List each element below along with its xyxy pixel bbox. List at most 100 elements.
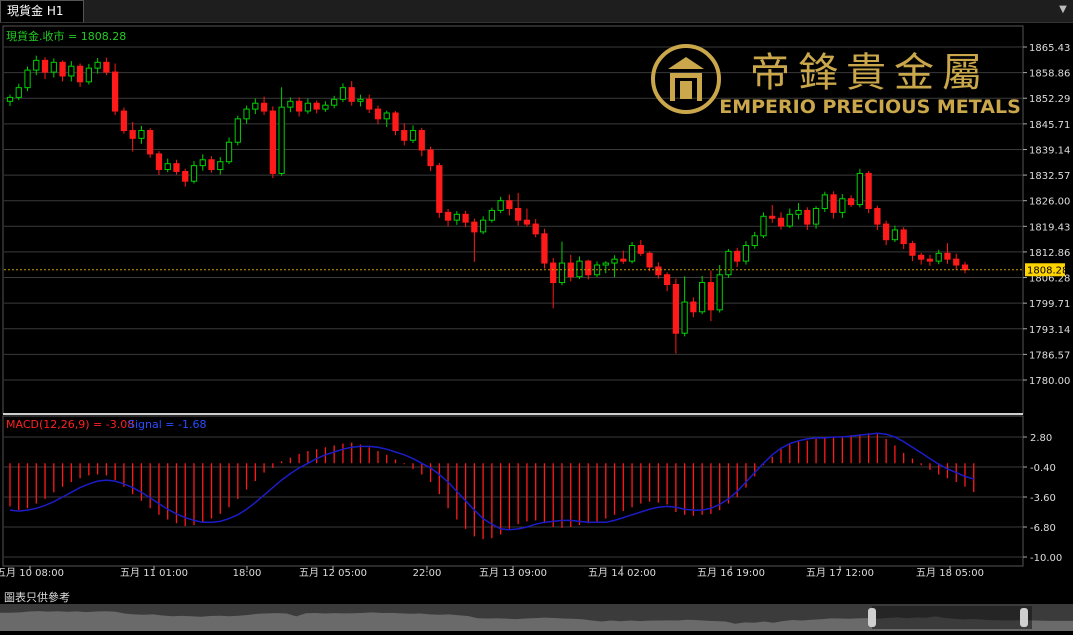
candle-body	[59, 61, 66, 77]
price-tick-label: 1845.71	[1029, 120, 1070, 131]
candle-body	[646, 252, 653, 268]
price-tick-label: 1839.14	[1029, 145, 1070, 156]
candle-body	[331, 98, 338, 106]
time-tick-label: 18:00	[233, 568, 262, 579]
candle-body	[690, 301, 697, 313]
time-tick-label: 五月 10 08:00	[0, 567, 64, 579]
candle-body	[348, 87, 355, 102]
candle-body	[576, 260, 583, 278]
candle-body	[357, 98, 364, 102]
macd-tick-label: -6.80	[1030, 523, 1056, 534]
candle-body	[777, 217, 785, 227]
price-tick-label: 1865.43	[1029, 43, 1070, 54]
time-tick-label: 五月 14 02:00	[588, 567, 656, 579]
candle-body	[742, 245, 750, 262]
price-tick-label: 1799.71	[1029, 299, 1070, 310]
candle-body	[734, 250, 741, 262]
candle-body	[234, 118, 241, 143]
candle-body	[620, 258, 627, 262]
candle-body	[628, 245, 636, 262]
candle-body	[847, 198, 855, 206]
navigator-svg[interactable]	[0, 604, 1073, 631]
candle-body	[208, 159, 215, 171]
candle-body	[716, 274, 723, 311]
candle-body	[112, 71, 119, 112]
candle-body	[944, 252, 951, 260]
candle-body	[155, 153, 163, 171]
candle-body	[471, 221, 478, 233]
candle-body	[129, 130, 136, 139]
candle-body	[918, 254, 925, 260]
candle-body	[462, 213, 469, 223]
candle-body	[707, 282, 715, 311]
candle-body	[541, 233, 548, 264]
candle-body	[804, 209, 811, 225]
candle-body	[287, 100, 294, 108]
current-price-tag: 1808.28	[1027, 265, 1068, 276]
time-tick-label: 五月 16 19:00	[697, 567, 765, 579]
candle-body	[164, 163, 171, 171]
candle-body	[252, 102, 259, 110]
logo-chinese: 帝鋒貴金屬	[750, 50, 990, 96]
tab-bar: 現貨金 H1 ▼	[0, 0, 1073, 23]
candle-body	[374, 108, 382, 120]
candle-body	[550, 262, 557, 284]
price-tick-label: 1832.57	[1029, 171, 1070, 182]
time-tick-label: 五月 17 12:00	[806, 567, 874, 579]
candle-body	[795, 209, 802, 215]
macd-tick-label: 2.80	[1030, 433, 1052, 444]
price-tick-label: 1786.57	[1029, 350, 1070, 361]
candle-body	[883, 223, 890, 241]
chart-area[interactable]: 1865.43 1858.86 1852.29 1845.71 1839.14 1832.…	[0, 23, 1073, 608]
candle-body	[147, 130, 154, 155]
candle-body	[681, 301, 688, 334]
candle-body	[751, 235, 758, 247]
candle-body	[909, 243, 916, 256]
signal-label: Signal = -1.68	[128, 418, 206, 431]
candle-body	[821, 194, 828, 209]
price-tick-label: 1858.86	[1029, 69, 1070, 80]
candle-body	[260, 102, 268, 112]
price-tick-label: 1780.00	[1029, 376, 1070, 387]
candle-body	[217, 161, 224, 171]
chevron-down-icon[interactable]: ▼	[1057, 4, 1069, 16]
chart-svg[interactable]: 1865.43 1858.86 1852.29 1845.71 1839.14 1832.…	[0, 23, 1073, 608]
time-tick-label: 五月 12 05:00	[299, 567, 367, 579]
candle-body	[436, 165, 443, 213]
candle-body	[786, 213, 793, 227]
candle-body	[558, 262, 566, 284]
candle-body	[103, 61, 110, 73]
candle-body	[322, 104, 329, 110]
candle-body	[243, 108, 250, 120]
navigator-window[interactable]	[872, 606, 1032, 629]
candle-body	[366, 98, 373, 110]
time-tick-label: 22:00	[413, 568, 442, 579]
candle-body	[427, 149, 434, 167]
candle-body	[444, 211, 452, 221]
candle-body	[506, 200, 513, 209]
candle-body	[304, 102, 312, 112]
navigator-left-handle[interactable]	[868, 608, 876, 627]
candle-body	[479, 219, 487, 233]
candle-body	[409, 130, 417, 141]
candle-body	[672, 284, 679, 334]
candle-body	[33, 59, 40, 71]
time-tick-label: 五月 18 05:00	[916, 567, 984, 579]
candle-body	[856, 172, 863, 206]
logo-english: EMPERIO PRECIOUS METALS	[719, 96, 1021, 118]
candle-body	[655, 266, 662, 276]
candle-body	[891, 229, 899, 241]
price-series-label: 現貨金.收市 = 1808.28	[6, 29, 126, 43]
chart-navigator-scrollbar[interactable]	[0, 604, 1073, 631]
navigator-right-handle[interactable]	[1020, 608, 1028, 627]
candle-body	[401, 130, 408, 141]
candle-body	[611, 258, 618, 264]
candle-body	[935, 252, 942, 262]
candle-body	[926, 258, 934, 262]
tab-gold-h1[interactable]: 現貨金 H1	[0, 0, 84, 22]
candle-body	[418, 130, 425, 151]
candle-body	[839, 198, 846, 213]
macd-label: MACD(12,26,9) = -3.08	[6, 418, 134, 431]
candle-body	[24, 69, 31, 89]
candle-body	[278, 106, 285, 174]
